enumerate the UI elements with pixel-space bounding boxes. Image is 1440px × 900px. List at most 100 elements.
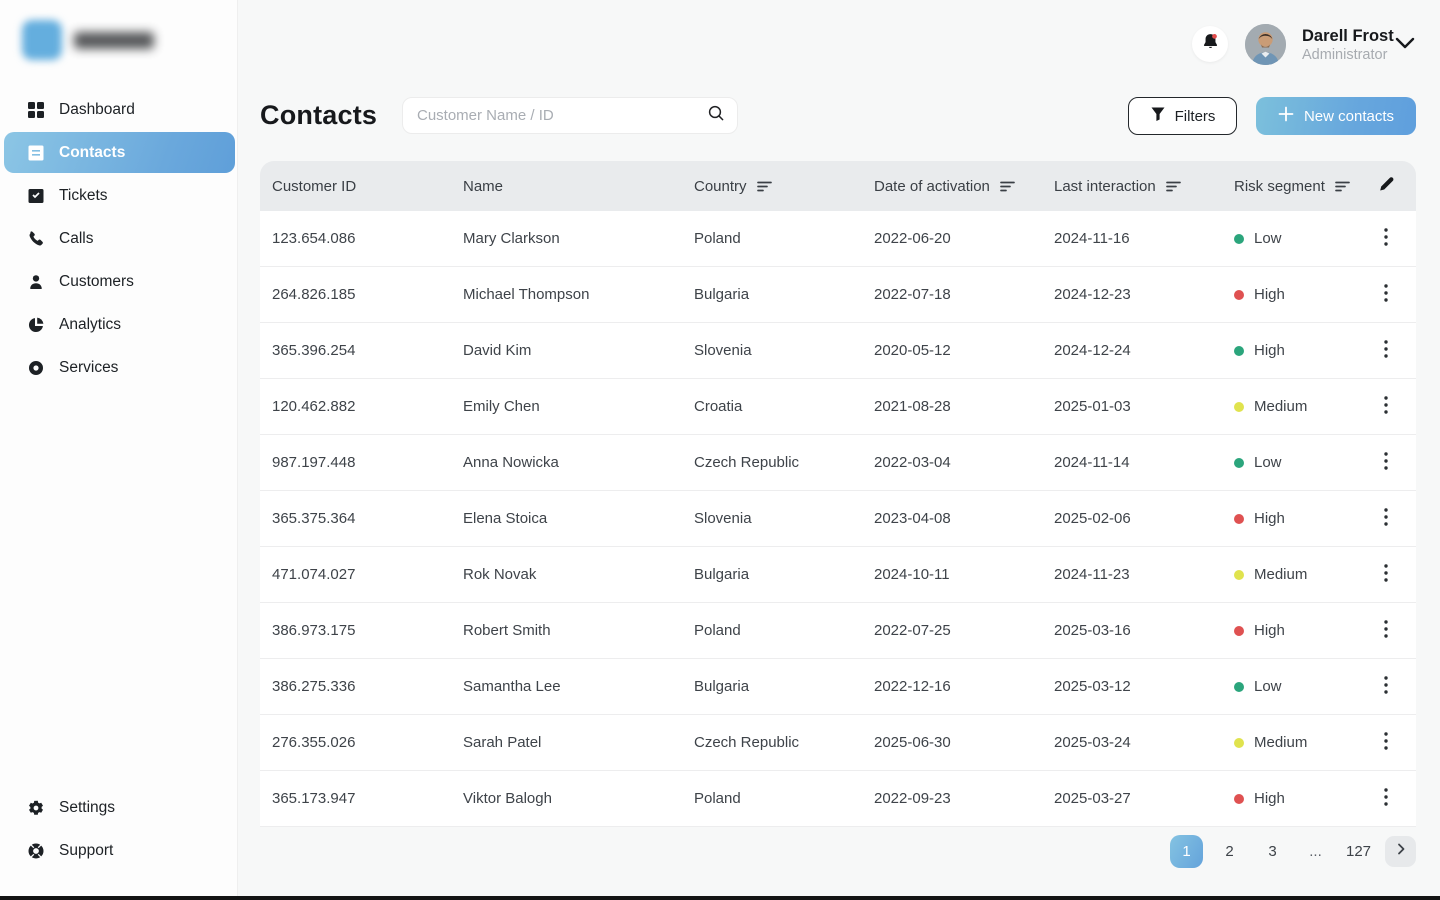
risk-segment-cell: Medium	[1222, 398, 1356, 415]
sidebar-item-services[interactable]: Services	[0, 346, 237, 389]
country-cell: Poland	[682, 790, 862, 807]
table-header-row: Customer ID Name Country Date of activation…	[260, 161, 1416, 211]
row-actions-button[interactable]	[1356, 284, 1416, 306]
column-header-name: Name	[451, 178, 682, 195]
name-cell: Robert Smith	[451, 622, 682, 639]
kebab-icon	[1384, 620, 1388, 642]
row-actions-button[interactable]	[1356, 396, 1416, 418]
settings-icon	[26, 798, 45, 817]
risk-dot-red	[1234, 794, 1244, 804]
risk-segment-cell: Low	[1222, 230, 1356, 247]
user-avatar[interactable]	[1245, 24, 1286, 65]
activation-date-cell: 2022-03-04	[862, 454, 1042, 471]
column-header-edit[interactable]	[1356, 176, 1416, 197]
activation-date-cell: 2022-12-16	[862, 678, 1042, 695]
page-title: Contacts	[260, 100, 377, 131]
contacts-icon	[26, 143, 45, 162]
row-actions-button[interactable]	[1356, 340, 1416, 362]
sort-icon	[1165, 180, 1182, 193]
sidebar-item-calls[interactable]: Calls	[0, 217, 237, 260]
table-row[interactable]: 471.074.027Rok NovakBulgaria2024-10-1120…	[260, 547, 1416, 603]
column-header-label: Name	[463, 178, 503, 195]
activation-date-cell: 2024-10-11	[862, 566, 1042, 583]
row-actions-button[interactable]	[1356, 676, 1416, 698]
column-header-risk-segment[interactable]: Risk segment	[1222, 178, 1356, 195]
notifications-button[interactable]	[1192, 26, 1228, 62]
risk-dot-green	[1234, 682, 1244, 692]
last-interaction-cell: 2024-12-23	[1042, 286, 1222, 303]
table-row[interactable]: 386.275.336Samantha LeeBulgaria2022-12-1…	[260, 659, 1416, 715]
risk-label: High	[1254, 286, 1285, 303]
sidebar-item-settings[interactable]: Settings	[0, 786, 237, 829]
new-contacts-button[interactable]: New contacts	[1256, 97, 1416, 135]
table-row[interactable]: 123.654.086Mary ClarksonPoland2022-06-20…	[260, 211, 1416, 267]
last-interaction-cell: 2024-11-14	[1042, 454, 1222, 471]
column-header-country[interactable]: Country	[682, 178, 862, 195]
table-row[interactable]: 120.462.882Emily ChenCroatia2021-08-2820…	[260, 379, 1416, 435]
risk-segment-cell: Low	[1222, 678, 1356, 695]
customer-id-cell: 120.462.882	[260, 398, 451, 415]
kebab-icon	[1384, 228, 1388, 250]
bell-icon	[1201, 32, 1220, 56]
sidebar-item-tickets[interactable]: Tickets	[0, 174, 237, 217]
sidebar-item-support[interactable]: Support	[0, 829, 237, 872]
risk-segment-cell: Low	[1222, 454, 1356, 471]
column-header-customer-id: Customer ID	[260, 178, 451, 195]
pagination-page-2[interactable]: 2	[1213, 835, 1246, 868]
filters-button[interactable]: Filters	[1128, 97, 1237, 135]
row-actions-button[interactable]	[1356, 452, 1416, 474]
sidebar-item-analytics[interactable]: Analytics	[0, 303, 237, 346]
table-row[interactable]: 365.173.947Viktor BaloghPoland2022-09-23…	[260, 771, 1416, 827]
row-actions-button[interactable]	[1356, 508, 1416, 530]
column-header-date-of-activation[interactable]: Date of activation	[862, 178, 1042, 195]
pagination-page-1[interactable]: 1	[1170, 835, 1203, 868]
column-header-label: Customer ID	[272, 178, 356, 195]
pagination-next-button[interactable]	[1385, 836, 1416, 867]
sidebar-item-customers[interactable]: Customers	[0, 260, 237, 303]
table-row[interactable]: 365.396.254David KimSlovenia2020-05-1220…	[260, 323, 1416, 379]
sidebar-item-contacts[interactable]: Contacts	[0, 131, 237, 174]
risk-dot-green	[1234, 346, 1244, 356]
kebab-icon	[1384, 564, 1388, 586]
table-row[interactable]: 386.973.175Robert SmithPoland2022-07-252…	[260, 603, 1416, 659]
sidebar-item-dashboard[interactable]: Dashboard	[0, 88, 237, 131]
chevron-down-icon	[1394, 37, 1416, 54]
table-row[interactable]: 264.826.185Michael ThompsonBulgaria2022-…	[260, 267, 1416, 323]
row-actions-button[interactable]	[1356, 620, 1416, 642]
kebab-icon	[1384, 340, 1388, 362]
country-cell: Czech Republic	[682, 454, 862, 471]
table-row[interactable]: 276.355.026Sarah PatelCzech Republic2025…	[260, 715, 1416, 771]
risk-segment-cell: High	[1222, 622, 1356, 639]
column-header-label: Risk segment	[1234, 178, 1325, 195]
column-header-last-interaction[interactable]: Last interaction	[1042, 178, 1222, 195]
search-input[interactable]	[417, 107, 707, 124]
name-cell: Sarah Patel	[451, 734, 682, 751]
table-row[interactable]: 987.197.448Anna NowickaCzech Republic202…	[260, 435, 1416, 491]
company-logo-icon	[22, 20, 62, 60]
pagination-page-127[interactable]: 127	[1342, 835, 1375, 868]
activation-date-cell: 2023-04-08	[862, 510, 1042, 527]
pagination-page-3[interactable]: 3	[1256, 835, 1289, 868]
sidebar-footer-nav: SettingsSupport	[0, 786, 237, 872]
risk-dot-green	[1234, 234, 1244, 244]
customer-id-cell: 365.173.947	[260, 790, 451, 807]
row-actions-button[interactable]	[1356, 228, 1416, 250]
customer-id-cell: 276.355.026	[260, 734, 451, 751]
row-actions-button[interactable]	[1356, 732, 1416, 754]
table-row[interactable]: 365.375.364Elena StoicaSlovenia2023-04-0…	[260, 491, 1416, 547]
row-actions-button[interactable]	[1356, 788, 1416, 810]
column-header-label: Date of activation	[874, 178, 990, 195]
row-actions-button[interactable]	[1356, 564, 1416, 586]
activation-date-cell: 2020-05-12	[862, 342, 1042, 359]
user-menu-chevron[interactable]	[1394, 36, 1416, 55]
country-cell: Bulgaria	[682, 286, 862, 303]
activation-date-cell: 2022-06-20	[862, 230, 1042, 247]
last-interaction-cell: 2025-01-03	[1042, 398, 1222, 415]
customer-id-cell: 386.973.175	[260, 622, 451, 639]
kebab-icon	[1384, 396, 1388, 418]
last-interaction-cell: 2024-11-16	[1042, 230, 1222, 247]
nav-item-label: Calls	[59, 230, 93, 248]
country-cell: Slovenia	[682, 342, 862, 359]
risk-dot-yellow	[1234, 402, 1244, 412]
nav-item-label: Customers	[59, 273, 134, 291]
